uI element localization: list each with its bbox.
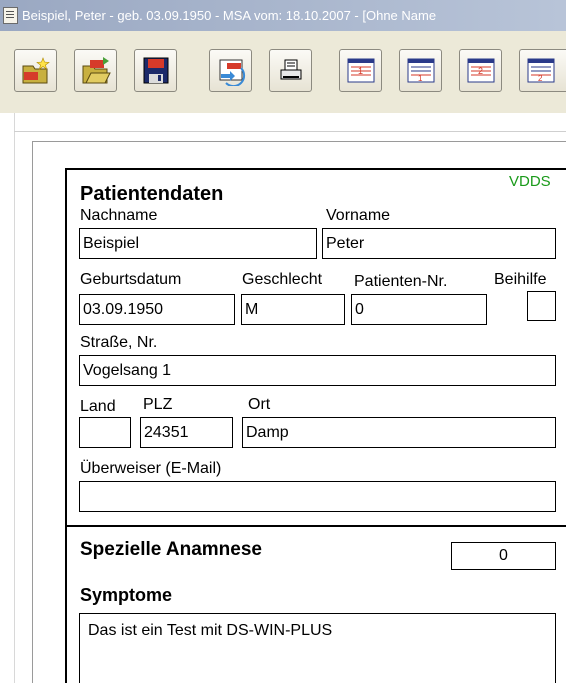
open-msa-icon — [82, 57, 111, 84]
beihilfe-checkbox[interactable] — [527, 291, 556, 321]
land-label: Land — [80, 398, 116, 415]
open-msa-button[interactable] — [74, 49, 117, 92]
land-field[interactable] — [79, 417, 131, 448]
form-1b-button[interactable]: 1 — [399, 49, 442, 92]
symptome-title: Symptome — [80, 585, 173, 605]
strasse-field[interactable]: Vogelsang 1 — [79, 355, 556, 386]
page-margin-left — [32, 141, 33, 683]
form-1b-icon: 1 — [407, 58, 435, 83]
ort-field[interactable]: Damp — [242, 417, 556, 448]
transfer-msa-button[interactable] — [209, 49, 252, 92]
form-2-button[interactable]: 2 — [459, 49, 502, 92]
vorname-field[interactable]: Peter — [322, 228, 556, 259]
svg-text:2: 2 — [478, 66, 483, 76]
transfer-msa-icon — [219, 59, 246, 86]
geschlecht-field[interactable]: M — [241, 294, 345, 325]
geschlecht-label: Geschlecht — [242, 271, 323, 288]
patientennr-field[interactable]: 0 — [351, 294, 487, 325]
print-button[interactable] — [269, 49, 312, 92]
svg-text:1: 1 — [358, 66, 363, 76]
svg-text:2: 2 — [538, 74, 543, 83]
form-2b-button[interactable]: 2 — [519, 49, 566, 92]
form-2b-icon: 2 — [527, 58, 555, 83]
nachname-label: Nachname — [80, 207, 158, 224]
page-edge-top — [14, 131, 566, 132]
svg-text:1: 1 — [418, 74, 423, 83]
save-msa-button[interactable] — [134, 49, 177, 92]
anamnese-count-field[interactable]: 0 — [451, 542, 556, 570]
plz-label: PLZ — [143, 396, 173, 413]
geburtsdatum-label: Geburtsdatum — [80, 271, 182, 288]
new-msa-icon — [22, 57, 50, 84]
symptome-textarea[interactable]: Das ist ein Test mit DS-WIN-PLUS — [79, 613, 556, 683]
window-title: Beispiel, Peter - geb. 03.09.1950 - MSA … — [22, 8, 437, 23]
section-title-spezielle-anamnese: Spezielle Anamnese — [80, 539, 262, 560]
geburtsdatum-field[interactable]: 03.09.1950 — [79, 294, 235, 325]
section-divider — [65, 525, 566, 527]
patientennr-label: Patienten-Nr. — [354, 273, 448, 290]
new-msa-button[interactable] — [14, 49, 57, 92]
beihilfe-label: Beihilfe — [494, 271, 547, 288]
form-1-button[interactable]: 1 — [339, 49, 382, 92]
toolbar: 1 1 2 2 — [0, 31, 566, 114]
ort-label: Ort — [248, 396, 271, 413]
strasse-label: Straße, Nr. — [80, 334, 158, 351]
save-msa-icon — [143, 57, 169, 84]
ueberweiser-field[interactable] — [79, 481, 556, 512]
nachname-field[interactable]: Beispiel — [79, 228, 317, 259]
page-margin-top — [32, 141, 566, 142]
vorname-label: Vorname — [326, 207, 391, 224]
form-1-icon: 1 — [347, 58, 375, 83]
plz-field[interactable]: 24351 — [140, 417, 233, 448]
form-2-icon: 2 — [467, 58, 495, 83]
title-bar: Beispiel, Peter - geb. 03.09.1950 - MSA … — [0, 0, 566, 31]
page-edge — [14, 113, 15, 683]
document-icon[interactable] — [3, 7, 18, 24]
vdds-label: VDDS — [509, 173, 551, 190]
section-title-patientendaten: Patientendaten — [80, 183, 224, 205]
ueberweiser-label: Überweiser (E-Mail) — [80, 460, 222, 477]
printer-icon — [280, 59, 302, 80]
